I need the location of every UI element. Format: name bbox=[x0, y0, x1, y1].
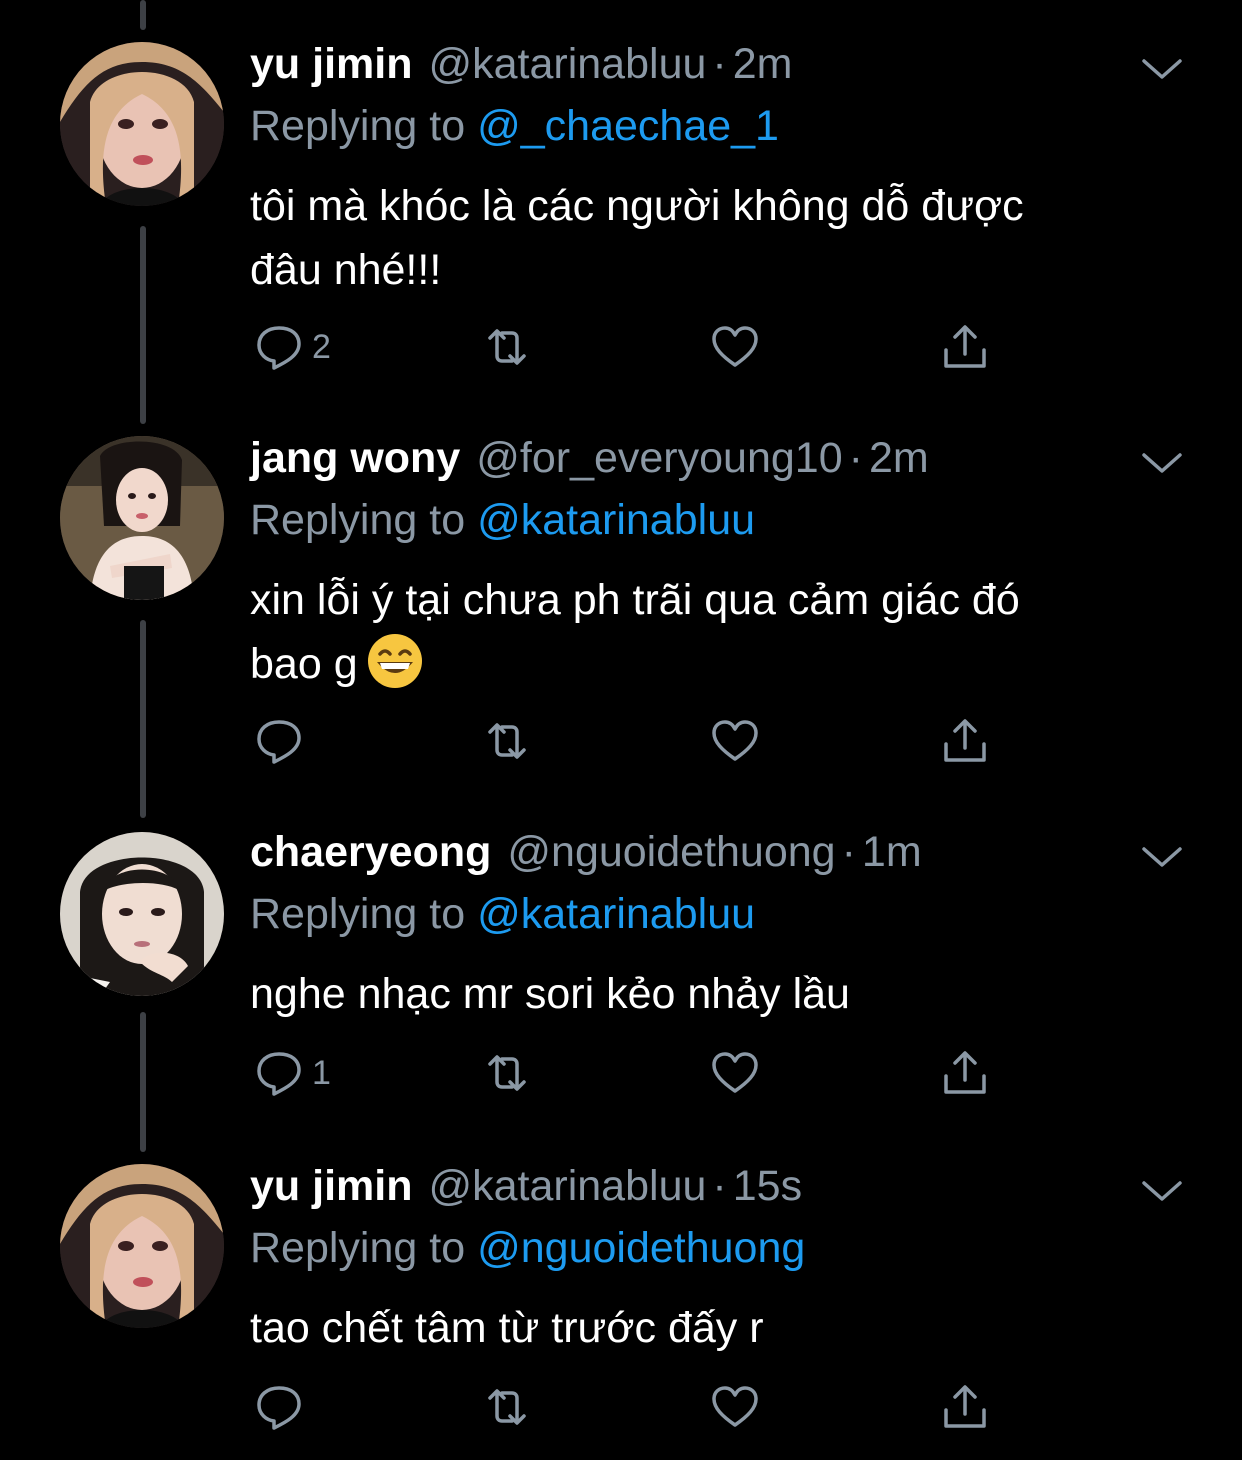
reply-icon bbox=[257, 720, 301, 764]
share-icon bbox=[944, 1051, 986, 1094]
avatar[interactable] bbox=[60, 1164, 224, 1328]
separator-dot: · bbox=[712, 1162, 727, 1210]
mention-link[interactable]: @_chaechae_1 bbox=[477, 102, 779, 150]
timestamp[interactable]: 1m bbox=[862, 828, 922, 877]
reply-count: 1 bbox=[312, 1053, 331, 1092]
thread-line bbox=[140, 0, 146, 30]
tweet-text: xin lỗi ý tại chưa ph trãi qua cảm giác … bbox=[250, 568, 1150, 696]
tweet-text-line: tao chết tâm từ trước đấy r bbox=[250, 1304, 764, 1352]
tweet-header: yu jimin @katarinabluu · 15s bbox=[250, 1162, 802, 1222]
heart-icon bbox=[712, 720, 758, 761]
retweet-button[interactable] bbox=[482, 322, 532, 372]
like-button[interactable] bbox=[710, 1382, 760, 1432]
replying-label: Replying to bbox=[250, 102, 466, 150]
avatar-photo bbox=[60, 832, 224, 996]
share-icon bbox=[944, 325, 986, 368]
tweet-text-line: xin lỗi ý tại chưa ph trãi qua cảm giác … bbox=[250, 576, 1020, 624]
chevron-down-icon[interactable] bbox=[1140, 450, 1184, 476]
tweet-header: jang wony @for_everyoung10 · 2m bbox=[250, 434, 929, 494]
heart-icon bbox=[712, 1052, 758, 1093]
tweet-text-line-with-emoji: bao g bbox=[250, 632, 1150, 696]
like-button[interactable] bbox=[710, 322, 760, 372]
tweet-text: nghe nhạc mr sori kẻo nhảy lầu bbox=[250, 962, 1150, 1026]
thread-line bbox=[140, 1012, 146, 1152]
tweet-header: yu jimin @katarinabluu · 2m bbox=[250, 40, 792, 100]
thread-line bbox=[140, 620, 146, 818]
heart-icon bbox=[712, 326, 758, 367]
mention-link[interactable]: @katarinabluu bbox=[477, 890, 755, 938]
retweet-icon bbox=[488, 723, 526, 759]
tweet-text: tao chết tâm từ trước đấy r bbox=[250, 1296, 1150, 1360]
tweet-text-line: tôi mà khóc là các người không dỗ được bbox=[250, 182, 1024, 230]
avatar[interactable] bbox=[60, 42, 224, 206]
user-handle[interactable]: @katarinabluu bbox=[428, 1162, 706, 1211]
mention-link[interactable]: @nguoidethuong bbox=[477, 1224, 805, 1272]
separator-dot: · bbox=[712, 40, 727, 88]
action-bar bbox=[250, 1382, 1010, 1432]
grinning-face-emoji-icon bbox=[367, 634, 422, 688]
separator-dot: · bbox=[841, 828, 856, 876]
avatar[interactable] bbox=[60, 436, 224, 600]
reply-button[interactable]: 2 bbox=[254, 322, 331, 372]
heart-icon bbox=[712, 1386, 758, 1427]
timestamp[interactable]: 2m bbox=[869, 434, 929, 483]
action-bar: 2 bbox=[250, 322, 1010, 372]
avatar-photo bbox=[60, 436, 224, 600]
action-bar bbox=[250, 716, 1010, 766]
tweet-text-line: nghe nhạc mr sori kẻo nhảy lầu bbox=[250, 970, 850, 1018]
retweet-button[interactable] bbox=[482, 716, 532, 766]
tweet-header: chaeryeong @nguoidethuong · 1m bbox=[250, 828, 922, 888]
replying-label: Replying to bbox=[250, 496, 466, 544]
reply-icon bbox=[257, 326, 301, 370]
timestamp[interactable]: 15s bbox=[733, 1162, 802, 1211]
mention-link[interactable]: @katarinabluu bbox=[477, 496, 755, 544]
reply-button[interactable] bbox=[254, 716, 312, 766]
avatar-photo bbox=[60, 1164, 224, 1328]
share-icon bbox=[944, 1385, 986, 1428]
reply-icon bbox=[257, 1052, 301, 1096]
chevron-down-icon[interactable] bbox=[1140, 56, 1184, 82]
share-button[interactable] bbox=[940, 1048, 990, 1098]
replying-to: Replying to @_chaechae_1 bbox=[250, 102, 779, 151]
display-name[interactable]: yu jimin bbox=[250, 1162, 412, 1211]
reply-icon bbox=[257, 1386, 301, 1430]
tweet-text: tôi mà khóc là các người không dỗ được đ… bbox=[250, 174, 1150, 302]
tweet-text-line: bao g bbox=[250, 640, 358, 688]
timestamp[interactable]: 2m bbox=[733, 40, 793, 89]
replying-to: Replying to @katarinabluu bbox=[250, 496, 755, 545]
chevron-down-icon[interactable] bbox=[1140, 1178, 1184, 1204]
avatar-photo bbox=[60, 42, 224, 206]
like-button[interactable] bbox=[710, 1048, 760, 1098]
tweet-text-line: đâu nhé!!! bbox=[250, 246, 442, 294]
share-button[interactable] bbox=[940, 1382, 990, 1432]
like-button[interactable] bbox=[710, 716, 760, 766]
share-button[interactable] bbox=[940, 322, 990, 372]
share-button[interactable] bbox=[940, 716, 990, 766]
chevron-down-icon[interactable] bbox=[1140, 844, 1184, 870]
thread-line bbox=[140, 226, 146, 424]
display-name[interactable]: jang wony bbox=[250, 434, 460, 483]
avatar[interactable] bbox=[60, 832, 224, 996]
user-handle[interactable]: @for_everyoung10 bbox=[476, 434, 842, 483]
replying-to: Replying to @katarinabluu bbox=[250, 890, 755, 939]
reply-button[interactable] bbox=[254, 1382, 312, 1432]
reply-count: 2 bbox=[312, 327, 331, 366]
retweet-button[interactable] bbox=[482, 1048, 532, 1098]
share-icon bbox=[944, 719, 986, 762]
user-handle[interactable]: @nguoidethuong bbox=[507, 828, 835, 877]
retweet-icon bbox=[488, 1055, 526, 1091]
replying-label: Replying to bbox=[250, 890, 466, 938]
action-bar: 1 bbox=[250, 1048, 1010, 1098]
separator-dot: · bbox=[848, 434, 863, 482]
display-name[interactable]: chaeryeong bbox=[250, 828, 491, 877]
replying-label: Replying to bbox=[250, 1224, 466, 1272]
user-handle[interactable]: @katarinabluu bbox=[428, 40, 706, 89]
retweet-button[interactable] bbox=[482, 1382, 532, 1432]
replying-to: Replying to @nguoidethuong bbox=[250, 1224, 805, 1273]
reply-button[interactable]: 1 bbox=[254, 1048, 331, 1098]
retweet-icon bbox=[488, 1389, 526, 1425]
retweet-icon bbox=[488, 329, 526, 365]
display-name[interactable]: yu jimin bbox=[250, 40, 412, 89]
